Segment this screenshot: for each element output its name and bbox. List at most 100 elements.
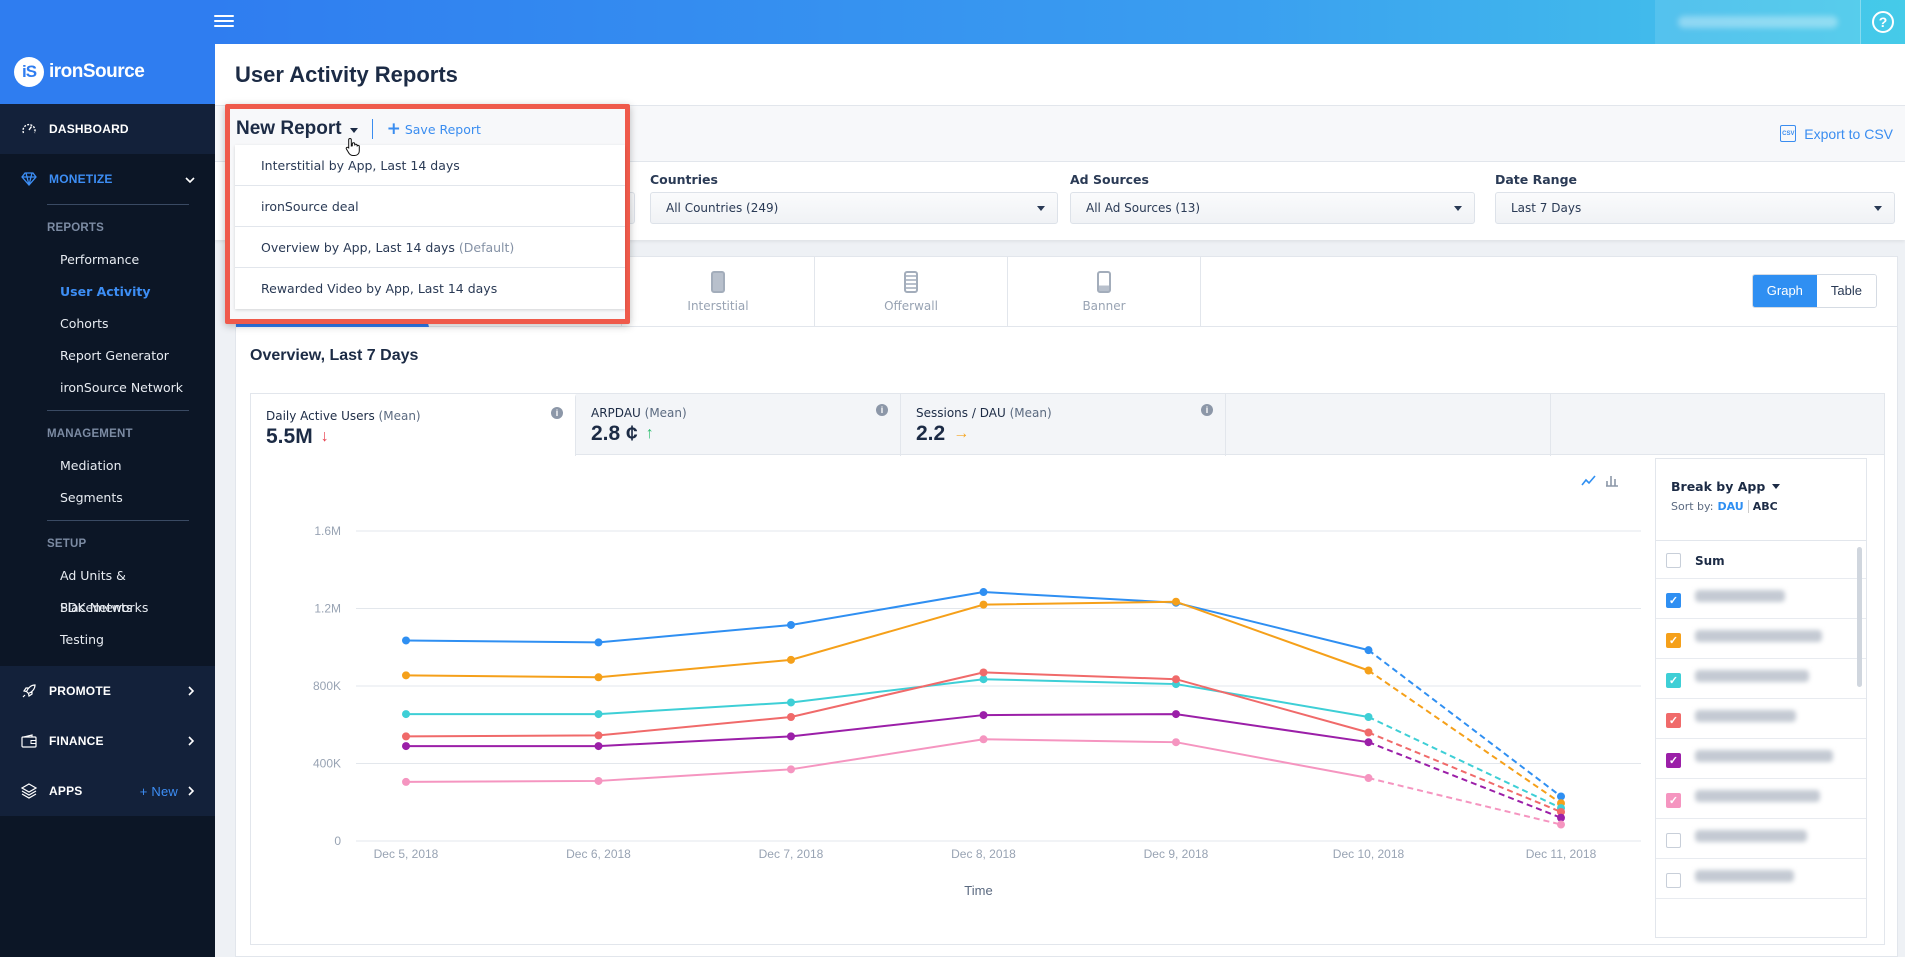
- breakdown-item[interactable]: ✓: [1656, 659, 1866, 699]
- sidebar-item-finance[interactable]: FINANCE: [0, 716, 215, 766]
- countries-label: Countries: [650, 172, 718, 187]
- sidebar-item-ironsource-network[interactable]: ironSource Network: [47, 372, 189, 404]
- sidebar-item-ad-units-placements[interactable]: Ad Units & Placements: [47, 560, 189, 615]
- tab-interstitial[interactable]: Interstitial: [622, 257, 815, 327]
- item-label: Interstitial by App, Last 14 days: [261, 158, 460, 173]
- info-icon[interactable]: i: [551, 407, 563, 419]
- x-tick-label: Dec 9, 2018: [1144, 847, 1209, 861]
- series-line-partial: [1367, 669, 1562, 805]
- kpi-sessions-per-dau[interactable]: Sessions / DAU (Mean) 2.2 → i: [901, 394, 1226, 456]
- breakdown-item[interactable]: ✓: [1656, 579, 1866, 619]
- data-point: [1364, 728, 1373, 737]
- sort-dau-link[interactable]: DAU: [1717, 500, 1743, 513]
- save-report-button[interactable]: + Save Report: [387, 119, 481, 139]
- checkbox-checked[interactable]: ✓: [1666, 793, 1681, 808]
- series-line: [406, 678, 1369, 718]
- table-view-button[interactable]: Table: [1816, 275, 1876, 307]
- sidebar-item-promote[interactable]: PROMOTE: [0, 666, 215, 716]
- breakdown-list: Sum ✓ ✓ ✓ ✓ ✓ ✓: [1656, 541, 1866, 937]
- report-select-button[interactable]: New Report: [236, 118, 358, 140]
- sidebar-item-sdk-networks[interactable]: SDK Networks: [47, 592, 189, 624]
- sidebar-item-testing[interactable]: Testing: [47, 624, 189, 656]
- breakdown-item[interactable]: [1656, 819, 1866, 859]
- date-range-select[interactable]: Last 7 Days: [1495, 192, 1895, 224]
- breakdown-item[interactable]: ✓: [1656, 619, 1866, 659]
- data-point: [787, 765, 795, 774]
- data-point: [1172, 710, 1180, 719]
- wallet-icon: [20, 732, 38, 750]
- sidebar-item-report-generator[interactable]: Report Generator: [47, 340, 189, 372]
- arrow-right-icon: →: [953, 425, 970, 442]
- kpi-label: ARPDAU: [591, 406, 641, 420]
- sidebar-item-user-activity[interactable]: User Activity: [47, 276, 189, 308]
- checkbox-checked[interactable]: ✓: [1666, 673, 1681, 688]
- sidebar-item-dashboard[interactable]: DASHBOARD: [0, 104, 215, 154]
- data-point: [1172, 675, 1180, 684]
- breakdown-item[interactable]: ✓: [1656, 739, 1866, 779]
- help-icon: ?: [1872, 11, 1894, 33]
- kpi-value: 2.2: [916, 422, 946, 445]
- user-account-menu[interactable]: [1655, 0, 1860, 44]
- checkbox-checked[interactable]: ✓: [1666, 713, 1681, 728]
- y-tick-label: 800K: [313, 679, 341, 693]
- x-axis-label: Time: [964, 883, 992, 898]
- saved-report-item[interactable]: Interstitial by App, Last 14 days: [235, 145, 625, 186]
- breakdown-item[interactable]: ✓: [1656, 779, 1866, 819]
- app-name-blurred: [1695, 710, 1796, 722]
- sum-item[interactable]: Sum: [1656, 541, 1866, 579]
- phone-icon: [711, 271, 725, 293]
- sidebar-item-cohorts[interactable]: Cohorts: [47, 308, 189, 340]
- data-point: [979, 588, 988, 597]
- breakdown-item[interactable]: [1656, 859, 1866, 899]
- checkbox[interactable]: [1666, 553, 1681, 568]
- breakdown-item[interactable]: ✓: [1656, 699, 1866, 739]
- checkbox[interactable]: [1666, 833, 1681, 848]
- sidebar-item-segments[interactable]: Segments: [47, 482, 189, 514]
- export-csv-button[interactable]: CSV Export to CSV: [1780, 125, 1893, 142]
- saved-report-item[interactable]: ironSource deal: [235, 186, 625, 227]
- layers-icon: [20, 782, 38, 800]
- sort-abc-link[interactable]: ABC: [1747, 500, 1778, 513]
- kpi-dau[interactable]: Daily Active Users (Mean) 5.5M ↓ i: [251, 394, 576, 456]
- sidebar-item-performance[interactable]: Performance: [47, 244, 189, 276]
- data-point: [402, 777, 410, 786]
- checkbox-checked[interactable]: ✓: [1666, 593, 1681, 608]
- info-icon[interactable]: i: [1201, 404, 1213, 416]
- data-point: [594, 776, 603, 785]
- app-name-blurred: [1695, 590, 1785, 602]
- graph-view-button[interactable]: Graph: [1752, 275, 1817, 307]
- sidebar-item-monetize[interactable]: MONETIZE: [0, 154, 215, 204]
- help-button[interactable]: ?: [1860, 0, 1905, 44]
- checkbox-checked[interactable]: ✓: [1666, 633, 1681, 648]
- checkbox[interactable]: [1666, 873, 1681, 888]
- tab-label: Banner: [1082, 299, 1126, 313]
- series-line-partial: [1368, 741, 1562, 819]
- monetize-submenu: REPORTS Performance User Activity Cohort…: [0, 204, 215, 666]
- saved-report-item[interactable]: Rewarded Video by App, Last 14 days: [235, 268, 625, 309]
- tab-banner[interactable]: Banner: [1008, 257, 1201, 327]
- checkbox-checked[interactable]: ✓: [1666, 753, 1681, 768]
- logo[interactable]: iS ironSource: [0, 0, 215, 104]
- sidebar-item-mediation[interactable]: Mediation: [47, 450, 189, 482]
- ad-sources-select[interactable]: All Ad Sources (13): [1070, 192, 1475, 224]
- break-by-dropdown[interactable]: Break by App: [1671, 479, 1851, 494]
- app-name-blurred: [1695, 630, 1822, 642]
- sidebar-item-apps[interactable]: APPS + New: [0, 766, 215, 816]
- data-point: [594, 742, 603, 751]
- sidebar-item-label: MONETIZE: [49, 172, 113, 186]
- series-line: [405, 600, 1369, 679]
- hamburger-menu-button[interactable]: [214, 12, 234, 30]
- apps-new-link[interactable]: + New: [140, 784, 178, 799]
- tab-offerwall[interactable]: Offerwall: [815, 257, 1008, 327]
- kpi-value: 5.5M: [266, 425, 313, 448]
- countries-select[interactable]: All Countries (249): [650, 192, 1058, 224]
- info-icon[interactable]: i: [876, 404, 888, 416]
- data-point: [402, 742, 410, 751]
- section-label-management: MANAGEMENT: [47, 428, 133, 440]
- scrollbar[interactable]: [1857, 547, 1862, 687]
- saved-report-item[interactable]: Overview by App, Last 14 days (Default): [235, 227, 625, 268]
- page-title: User Activity Reports: [235, 61, 458, 87]
- kpi-arpdau[interactable]: ARPDAU (Mean) 2.8 ¢ ↑ i: [576, 394, 901, 456]
- data-point: [402, 732, 410, 741]
- report-selector-dropdown: New Report + Save Report Interstitial by …: [225, 104, 630, 324]
